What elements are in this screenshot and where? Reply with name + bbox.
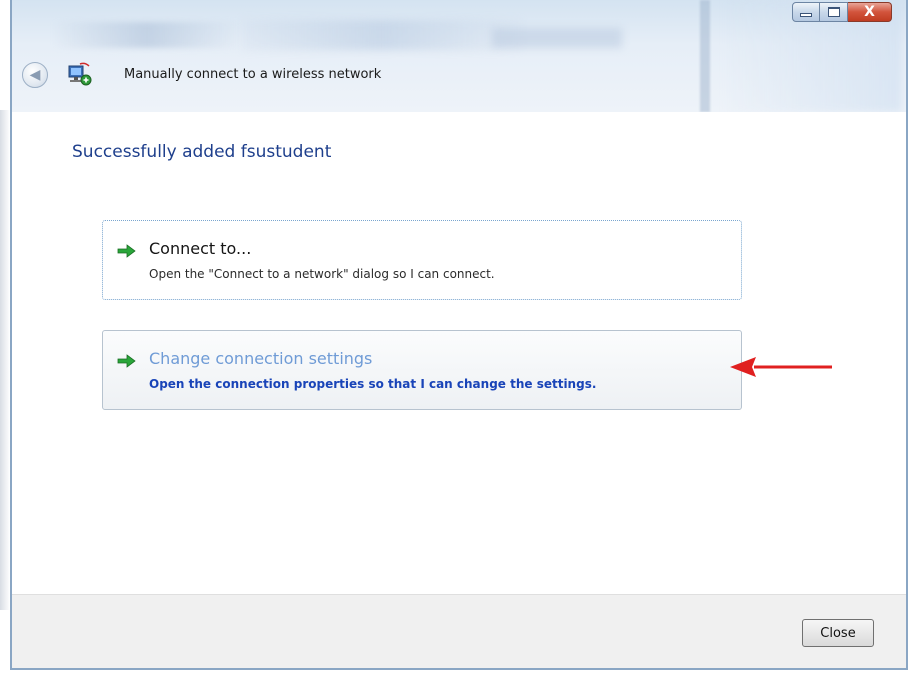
window-title: Manually connect to a wireless network bbox=[124, 67, 382, 82]
page-title: Successfully added fsustudent bbox=[72, 142, 332, 162]
wizard-footer: Close bbox=[12, 594, 906, 668]
wireless-network-icon bbox=[68, 62, 92, 86]
back-button[interactable]: ◀ bbox=[22, 62, 48, 88]
caption-buttons: X bbox=[792, 2, 892, 22]
wizard-window: X ◀ Manually connect to a wireless netwo… bbox=[10, 0, 908, 670]
wizard-nav-bar: ◀ Manually connect to a wireless network bbox=[12, 58, 906, 98]
maximize-button[interactable] bbox=[820, 2, 848, 22]
command-title: Change connection settings bbox=[149, 349, 373, 368]
green-arrow-icon bbox=[117, 354, 136, 368]
background-blur bbox=[242, 20, 522, 50]
close-icon: X bbox=[864, 4, 875, 20]
close-button[interactable]: Close bbox=[802, 619, 874, 647]
wizard-content: Successfully added fsustudent Connect to… bbox=[12, 112, 906, 594]
green-arrow-icon bbox=[117, 244, 136, 258]
minimize-icon bbox=[800, 13, 812, 17]
background-blur bbox=[492, 28, 622, 48]
title-bar: X ◀ Manually connect to a wireless netwo… bbox=[12, 0, 906, 112]
command-description: Open the connection properties so that I… bbox=[149, 377, 597, 391]
change-connection-settings-command-link[interactable]: Change connection settings Open the conn… bbox=[102, 330, 742, 410]
command-description: Open the "Connect to a network" dialog s… bbox=[149, 267, 495, 281]
window-close-button[interactable]: X bbox=[848, 2, 892, 22]
background-blur bbox=[52, 22, 242, 48]
back-arrow-icon: ◀ bbox=[29, 67, 41, 83]
command-title: Connect to... bbox=[149, 239, 252, 258]
red-arrow-icon bbox=[730, 357, 832, 377]
maximize-icon bbox=[827, 7, 840, 17]
minimize-button[interactable] bbox=[792, 2, 820, 22]
window-shadow bbox=[0, 110, 10, 610]
connect-to-command-link[interactable]: Connect to... Open the "Connect to a net… bbox=[102, 220, 742, 300]
